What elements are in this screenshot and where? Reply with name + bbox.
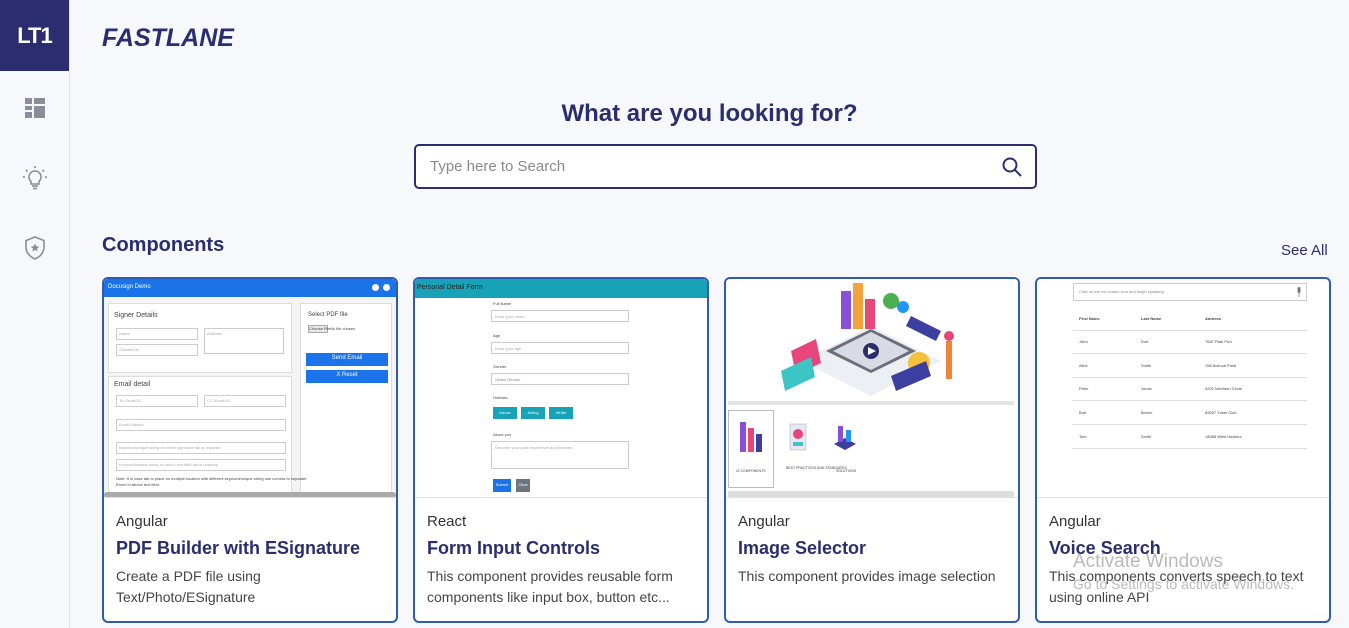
preview-cell: Jones [1141, 386, 1152, 391]
preview-label: Enum in above text field. [116, 482, 160, 487]
card-title: Image Selector [738, 538, 867, 558]
card-thumbnail: Personal Detail Form Full Name Enter you… [415, 279, 707, 498]
preview-label: No file chosen [330, 326, 356, 331]
preview-cell: 5202 Northern Circle [1205, 386, 1242, 391]
preview-label: Acting [521, 407, 545, 419]
preview-label: About you [493, 432, 512, 437]
nav-ideas[interactable] [0, 158, 69, 198]
card-framework: Angular [116, 513, 168, 530]
see-all-link[interactable]: See All [1281, 242, 1328, 259]
microphone-icon [1297, 287, 1301, 297]
search-button[interactable] [1001, 156, 1023, 178]
preview-label: Name [119, 331, 130, 336]
brand-logo[interactable]: FASTLANE [102, 24, 234, 53]
card-framework: Angular [738, 513, 790, 530]
card-title: Form Input Controls [427, 538, 600, 558]
preview-cell: 89097 Yoker Club [1205, 410, 1237, 415]
preview-header: Docusign Demo [108, 284, 151, 290]
preview-label: Gender [493, 364, 507, 369]
preview-label: Keyword/Unique string on which signature… [119, 445, 221, 450]
card-title: PDF Builder with ESignature [116, 538, 361, 558]
isometric-illustration [781, 283, 954, 396]
preview-cell: Tom [1079, 434, 1087, 439]
preview-label: Full Name [493, 301, 512, 306]
preview-label: Enter your age [495, 346, 522, 351]
preview-cell: Brown [1141, 410, 1153, 415]
preview-cell: 18088 West Harbour [1205, 434, 1242, 439]
preview-label: Email Subject [119, 422, 144, 427]
search-icon [1002, 157, 1022, 177]
app-logo[interactable]: LT1 [0, 0, 69, 71]
preview-label: Keyword/unique string on which text fiel… [119, 462, 218, 467]
preview-label: Writer [549, 407, 573, 419]
preview-cell: Doe [1141, 339, 1149, 344]
preview-cell: Alice [1079, 363, 1088, 368]
card-description: This component provides reusable form co… [427, 568, 673, 605]
preview-label: Describe your past experience and hobbie… [495, 445, 572, 450]
logo-text: LT1 [17, 22, 52, 48]
preview-label: Choose File [309, 326, 331, 331]
component-card-image-selector[interactable]: UI COMPONENTS BEST PRACTICES AND STANDAR… [724, 277, 1020, 623]
page-headline: What are you looking for? [561, 100, 858, 127]
thumb-ui-components [740, 422, 762, 452]
preview-table-header: Last Name [1141, 316, 1162, 321]
component-card-pdf-builder[interactable]: Docusign Demo Signer Details Name Addres… [102, 277, 398, 623]
search-input[interactable] [430, 146, 990, 187]
preview-label: Contact No [119, 347, 140, 352]
preview-label: Age [493, 333, 501, 338]
search-bar [414, 144, 1037, 189]
preview-cell: Smith [1141, 363, 1152, 368]
preview-label: Address [207, 331, 222, 336]
thumb-solutions [834, 426, 856, 450]
card-thumbnail: Click on the mic button icon and begin s… [1037, 279, 1329, 498]
windows-activation-watermark: Activate Windows [1073, 551, 1223, 572]
preview-label: To: Email ID [119, 398, 141, 403]
preview-label: Note: If in case tab to place on multipl… [116, 476, 307, 481]
windows-activation-subtext: Go to Settings to activate Windows. [1073, 576, 1294, 592]
preview-header: Personal Detail Form [417, 284, 483, 291]
preview-send-button: Send Email [306, 353, 388, 366]
preview-reset-button: X Reset [306, 370, 388, 383]
preview-cell: 7687 Park Port [1205, 339, 1232, 344]
preview-label: UI COMPONENTS [736, 469, 766, 473]
preview-cell: Bob [1079, 410, 1087, 415]
component-card-form-input[interactable]: Personal Detail Form Full Name Enter you… [413, 277, 709, 623]
nav-favorites[interactable] [0, 228, 69, 268]
preview-label: Email detail [114, 381, 151, 388]
preview-label: Dance [493, 407, 517, 419]
card-framework: React [427, 513, 467, 530]
shield-star-icon [24, 236, 45, 260]
components-heading: Components [102, 234, 225, 256]
preview-table-header: First Name [1079, 316, 1100, 321]
preview-cell: 156 Avenue Point [1205, 363, 1237, 368]
preview-label: Click on the mic button icon and begin s… [1079, 289, 1164, 294]
preview-label: Hobbies [493, 395, 508, 400]
preview-label: Select PDF file [308, 312, 348, 318]
preview-clear-button: Clear [516, 479, 530, 492]
card-description: This component provides image selection [738, 568, 996, 584]
preview-cell: Smith [1141, 434, 1152, 439]
preview-cell: John [1079, 339, 1088, 344]
card-thumbnail: Docusign Demo Signer Details Name Addres… [104, 279, 396, 498]
preview-label: CC: Email ID [207, 398, 231, 403]
preview-table-header: Address [1205, 316, 1222, 321]
preview-cell: Peter [1079, 386, 1089, 391]
preview-submit-button: Submit [493, 479, 511, 492]
card-description: Create a PDF file using Text/Photo/ESign… [116, 568, 261, 605]
preview-label: Enter your name [495, 314, 525, 319]
thumb-best-practices [789, 423, 807, 451]
sidebar: LT1 [0, 0, 70, 628]
card-thumbnail: UI COMPONENTS BEST PRACTICES AND STANDAR… [726, 279, 1018, 498]
preview-label: Select Gender [495, 377, 521, 382]
preview-label: SOLUTIONS [836, 469, 857, 473]
lightbulb-icon [22, 166, 47, 190]
preview-label: Signer Details [114, 312, 158, 319]
card-framework: Angular [1049, 513, 1101, 530]
